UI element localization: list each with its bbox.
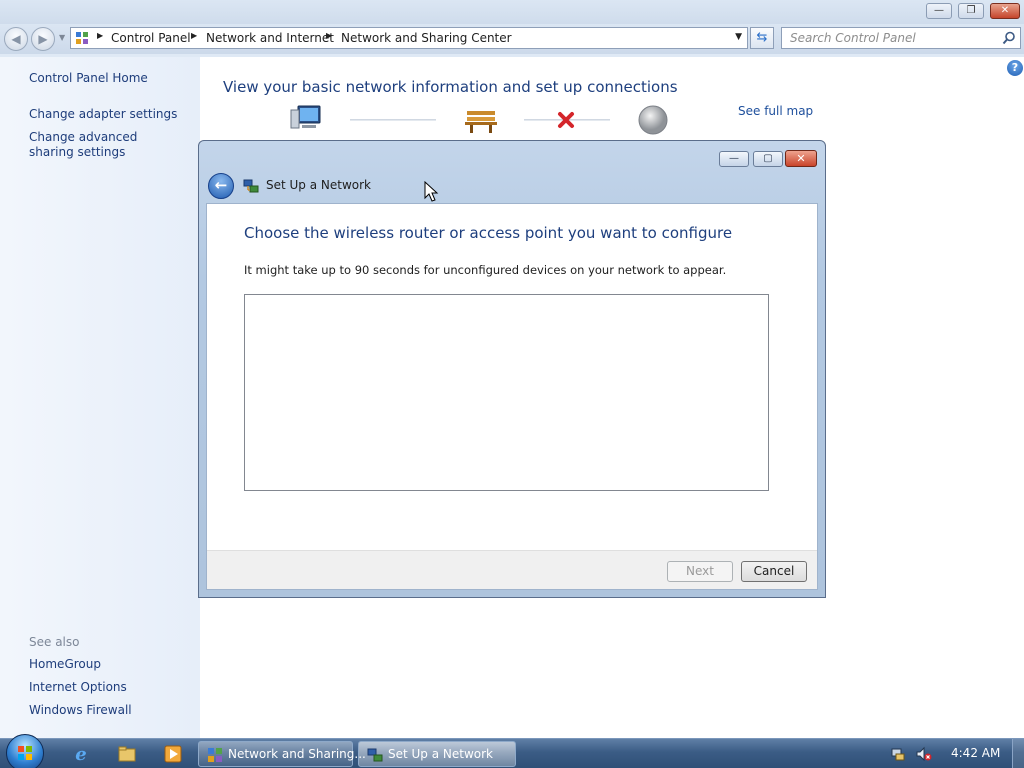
taskbar-item-label: Network and Sharing... xyxy=(228,747,366,761)
cancel-button[interactable]: Cancel xyxy=(741,561,807,582)
bench-icon[interactable] xyxy=(464,107,498,135)
search-icon[interactable] xyxy=(1002,31,1016,45)
taskbar-item-label: Set Up a Network xyxy=(388,747,494,761)
sidebar-item-change-advanced-sharing-settings[interactable]: Change advanced sharing settings xyxy=(29,130,179,160)
dialog-heading: Choose the wireless router or access poi… xyxy=(244,224,733,242)
dialog-maximize-button[interactable]: ▢ xyxy=(753,151,783,167)
see-also-internet-options[interactable]: Internet Options xyxy=(29,680,127,695)
sidebar-item-control-panel-home[interactable]: Control Panel Home xyxy=(29,71,148,86)
search-input[interactable]: Search Control Panel xyxy=(781,27,1021,49)
explorer-close-button[interactable]: ✕ xyxy=(990,3,1020,19)
breadcrumb-arrow-icon[interactable]: ▶ xyxy=(191,31,197,40)
internet-globe-icon[interactable] xyxy=(637,104,669,136)
windows-explorer-icon[interactable] xyxy=(117,744,137,764)
system-clock[interactable]: 4:42 AM xyxy=(951,746,1000,760)
sidebar-item-change-adapter-settings[interactable]: Change adapter settings xyxy=(29,107,177,122)
see-also-homegroup[interactable]: HomeGroup xyxy=(29,657,101,672)
dialog-minimize-button[interactable]: — xyxy=(719,151,749,167)
refresh-icon: ⇆ xyxy=(756,30,768,45)
device-list[interactable] xyxy=(244,294,769,491)
breadcrumb-arrow-icon[interactable]: ▶ xyxy=(97,31,103,40)
dialog-back-button[interactable]: ← xyxy=(208,173,234,199)
recent-pages-dropdown-icon[interactable]: ▼ xyxy=(59,33,65,42)
control-panel-icon xyxy=(76,32,88,44)
back-arrow-icon: ← xyxy=(214,176,228,194)
map-connection-line xyxy=(350,119,436,121)
see-also-windows-firewall[interactable]: Windows Firewall xyxy=(29,703,132,718)
dialog-footer: Next Cancel xyxy=(207,550,817,589)
breadcrumb-arrow-icon[interactable]: ▶ xyxy=(326,31,332,40)
address-bar[interactable]: ▶ Control Panel ▶ Network and Internet ▶… xyxy=(70,27,748,49)
task-pane: Control Panel Home Change adapter settin… xyxy=(0,57,200,738)
forward-button[interactable]: ▶ xyxy=(31,27,55,51)
network-setup-icon xyxy=(243,179,259,193)
control-panel-icon xyxy=(208,748,222,762)
next-button[interactable]: Next xyxy=(667,561,733,582)
see-full-map-link[interactable]: See full map xyxy=(738,104,813,118)
back-arrow-icon: ◀ xyxy=(11,32,21,46)
dialog-body: Choose the wireless router or access poi… xyxy=(206,203,818,590)
taskbar-item-set-up-a-network[interactable]: Set Up a Network xyxy=(358,741,516,767)
back-button[interactable]: ◀ xyxy=(4,27,28,51)
see-also-heading: See also xyxy=(29,635,80,649)
media-player-icon[interactable] xyxy=(163,744,183,764)
internet-explorer-icon[interactable]: e xyxy=(71,744,91,764)
dialog-description: It might take up to 90 seconds for uncon… xyxy=(244,263,727,277)
page-title: View your basic network information and … xyxy=(223,78,678,96)
forward-arrow-icon: ▶ xyxy=(38,32,48,46)
explorer-restore-button[interactable]: ❐ xyxy=(958,3,984,19)
disconnected-x-icon xyxy=(558,112,574,128)
explorer-titlebar: — ❐ ✕ xyxy=(0,0,1024,24)
breadcrumb-control-panel[interactable]: Control Panel xyxy=(111,31,191,45)
tray-network-icon[interactable] xyxy=(890,746,906,762)
breadcrumb-network-and-internet[interactable]: Network and Internet xyxy=(206,31,334,45)
search-placeholder: Search Control Panel xyxy=(790,31,916,45)
network-setup-icon xyxy=(367,748,383,762)
taskbar-item-network-and-sharing[interactable]: Network and Sharing... xyxy=(198,741,366,767)
refresh-button[interactable]: ⇆ xyxy=(750,27,774,49)
breadcrumb-network-and-sharing-center[interactable]: Network and Sharing Center xyxy=(341,31,512,45)
start-button[interactable] xyxy=(6,734,44,768)
dialog-close-button[interactable]: ✕ xyxy=(785,150,817,167)
windows-logo-icon xyxy=(18,746,32,760)
taskbar: e Network and Sharing... Set Up a Networ… xyxy=(0,734,1024,768)
dialog-title: Set Up a Network xyxy=(266,178,372,192)
address-dropdown-icon[interactable]: ▼ xyxy=(735,32,742,42)
explorer-navbar: ◀ ▶ ▼ ▶ Control Panel ▶ Network and Inte… xyxy=(0,24,1024,54)
show-desktop-button[interactable] xyxy=(1012,739,1024,768)
tray-volume-muted-icon[interactable] xyxy=(916,746,932,762)
help-icon: ? xyxy=(1011,61,1019,74)
mouse-cursor-icon xyxy=(424,181,439,202)
help-button[interactable]: ? xyxy=(1007,60,1023,76)
setup-network-dialog: — ▢ ✕ ← Set Up a Network Choose the wire… xyxy=(198,140,826,598)
explorer-minimize-button[interactable]: — xyxy=(926,3,952,19)
computer-icon[interactable] xyxy=(290,104,324,134)
svg-text:e: e xyxy=(75,744,86,764)
